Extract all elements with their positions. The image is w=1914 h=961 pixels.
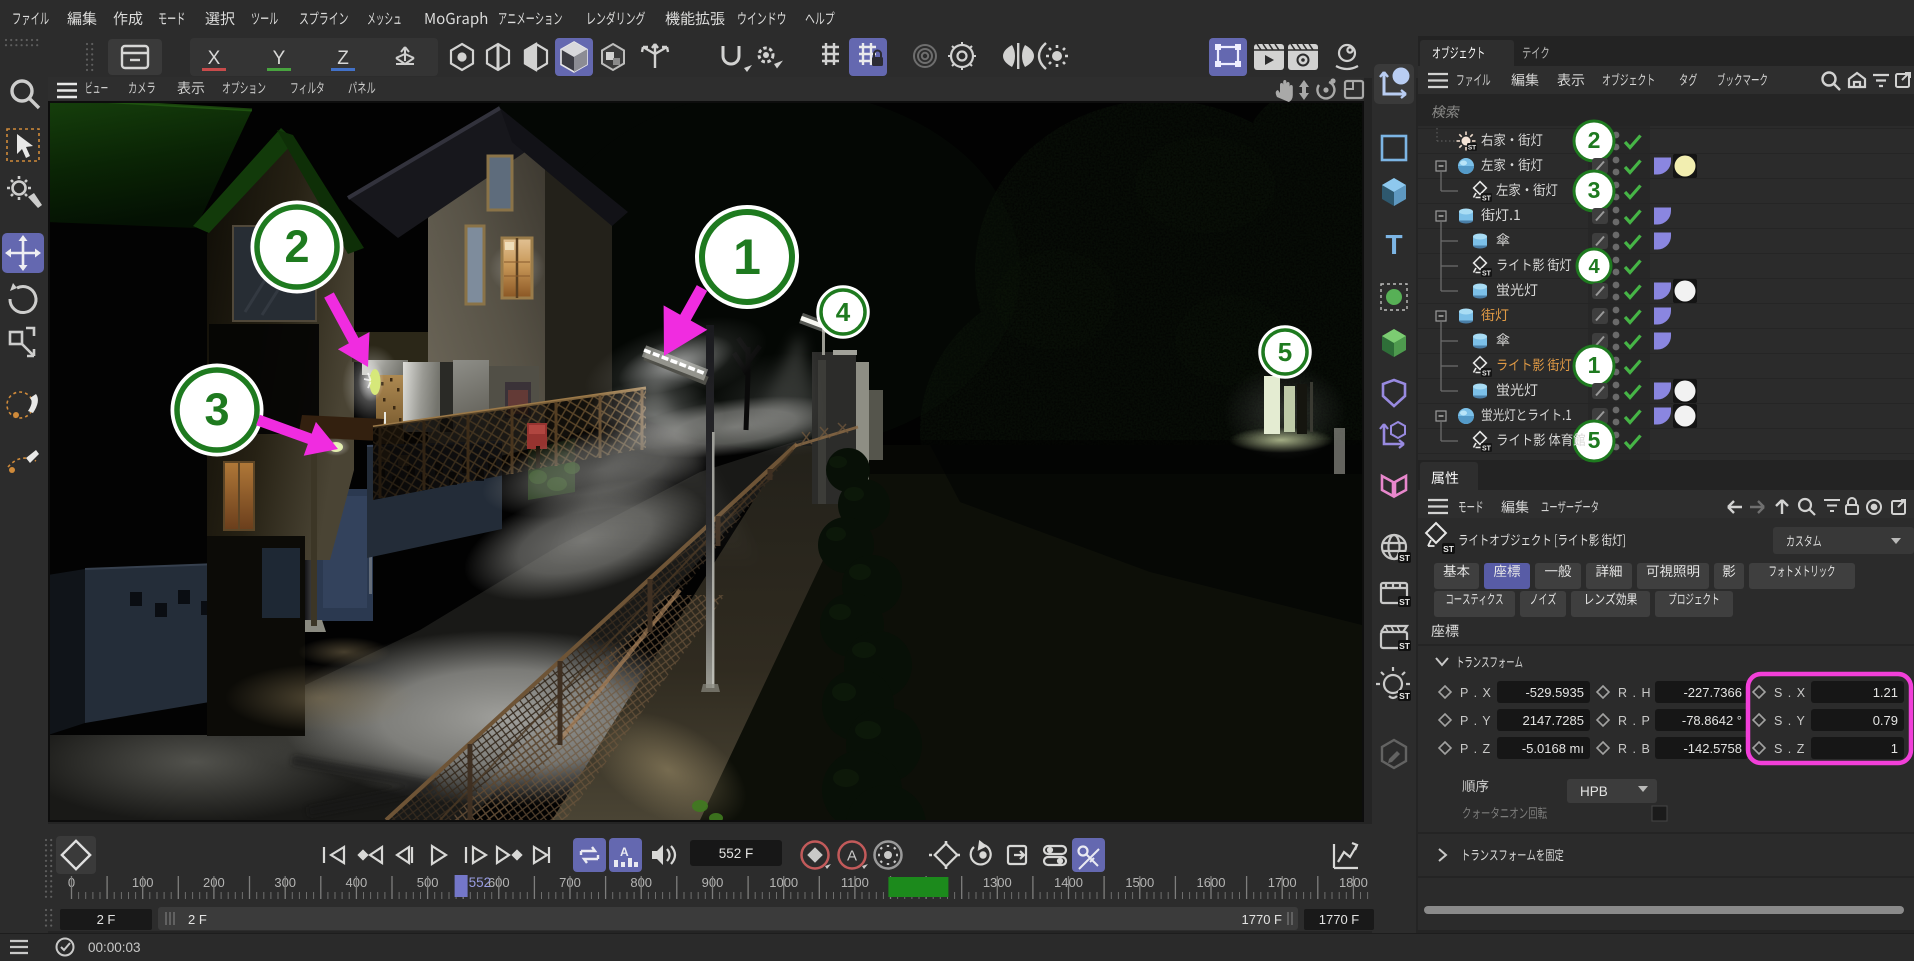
svg-text:1: 1 [1588,352,1601,378]
svg-text:ST: ST [1399,691,1411,701]
svg-text:P . Z: P . Z [1460,742,1491,756]
svg-text:2 F: 2 F [97,912,116,927]
svg-text:4: 4 [1588,256,1600,278]
svg-text:ST: ST [1468,145,1476,152]
svg-text:00:00:03: 00:00:03 [88,940,141,955]
svg-text:1: 1 [733,229,761,285]
svg-text:-227.7366: -227.7366 [1683,685,1742,700]
svg-text:ST: ST [1482,446,1492,453]
svg-text:Y: Y [273,48,286,69]
svg-text:ST: ST [1482,196,1492,203]
svg-text:R . P: R . P [1618,714,1651,728]
svg-text:552 F: 552 F [719,846,754,861]
svg-text:-142.5758: -142.5758 [1683,741,1742,756]
svg-text:Z: Z [337,48,349,69]
svg-text:-529.5935: -529.5935 [1525,685,1584,700]
svg-text:S . Z: S . Z [1774,742,1805,756]
svg-text:552: 552 [469,875,492,890]
svg-text:1: 1 [1891,741,1898,756]
svg-text:X: X [208,48,221,69]
svg-text:2147.7285: 2147.7285 [1523,713,1584,728]
svg-text:ST: ST [1399,597,1411,607]
svg-text:4: 4 [836,297,851,327]
svg-text:5: 5 [1588,427,1601,453]
svg-text:P . Y: P . Y [1460,714,1492,728]
svg-text:ST: ST [1482,371,1492,378]
svg-text:A: A [847,848,857,865]
svg-text:2: 2 [284,221,309,272]
svg-text:ST: ST [1443,544,1455,554]
svg-text:S . Y: S . Y [1774,714,1806,728]
svg-text:-5.0168 mı: -5.0168 mı [1522,741,1584,756]
svg-text:1770 F: 1770 F [1319,912,1360,927]
svg-text:ST: ST [1482,271,1492,278]
svg-text:R . B: R . B [1618,742,1651,756]
svg-text:P . X: P . X [1460,686,1492,700]
svg-text:A: A [620,845,629,859]
svg-text:-78.8642 °: -78.8642 ° [1682,713,1742,728]
svg-text:HPB: HPB [1580,784,1608,799]
svg-text:5: 5 [1278,337,1292,367]
svg-text:S . X: S . X [1774,686,1806,700]
svg-text:1770 F: 1770 F [1242,912,1283,927]
svg-text:2: 2 [1588,127,1601,153]
svg-text:0.79: 0.79 [1873,713,1898,728]
svg-text:2 F: 2 F [188,912,207,927]
svg-text:ST: ST [1399,553,1411,563]
svg-text:T: T [1385,229,1402,260]
svg-text:1.21: 1.21 [1873,685,1898,700]
svg-text:R . H: R . H [1618,686,1651,700]
svg-text:ST: ST [1399,641,1411,651]
svg-text:3: 3 [204,384,229,435]
svg-text:3: 3 [1588,177,1601,203]
